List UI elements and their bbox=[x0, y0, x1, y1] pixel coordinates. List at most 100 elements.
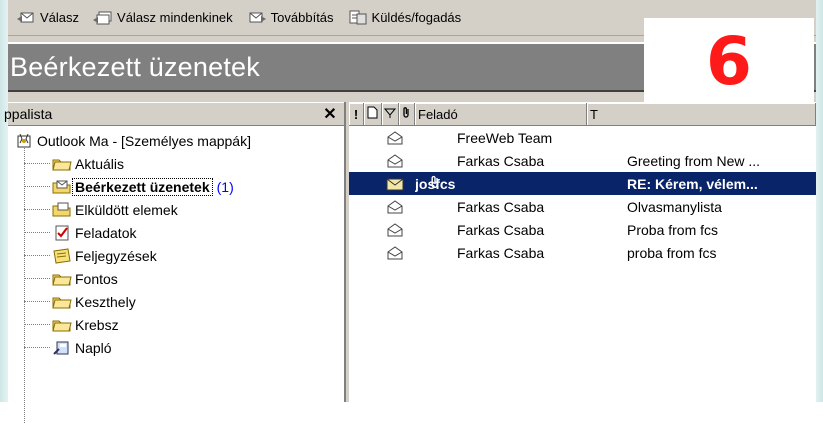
folder-item[interactable]: Fontos bbox=[8, 267, 344, 290]
reply-button[interactable]: Válasz bbox=[12, 6, 83, 30]
folder-item-label: Elküldött elemek bbox=[75, 201, 178, 218]
document-icon bbox=[367, 106, 378, 122]
folder-tree: Outlook Ma - [Személyes mappák] Aktuális… bbox=[8, 126, 344, 423]
closed-envelope-icon bbox=[386, 177, 404, 191]
message-rows: FreeWeb Team Farkas Csaba Greeting from Ne… bbox=[349, 126, 816, 264]
paperclip-icon bbox=[402, 106, 411, 122]
tree-connector bbox=[24, 255, 50, 256]
tree-connector bbox=[24, 232, 50, 233]
message-from: josfcs bbox=[415, 175, 456, 192]
slide-number: 6 bbox=[706, 22, 752, 100]
reply-all-icon bbox=[93, 10, 113, 26]
column-from[interactable]: Feladó bbox=[415, 103, 587, 126]
message-row[interactable]: Farkas Csaba Proba from fcs bbox=[349, 218, 816, 241]
folder-item-label: Feladatok bbox=[75, 224, 137, 241]
folder-icon bbox=[52, 317, 72, 333]
folder-item[interactable]: Beérkezett üzenetek (1) bbox=[8, 175, 344, 198]
folder-item[interactable]: Elküldött elemek bbox=[8, 198, 344, 221]
folder-item-label: Feljegyzések bbox=[75, 247, 157, 264]
unread-count-badge: (1) bbox=[216, 178, 234, 195]
importance-column-label: ! bbox=[353, 106, 359, 122]
notes-icon bbox=[52, 247, 72, 264]
folder-item-label: Beérkezett üzenetek bbox=[72, 177, 213, 196]
folder-list-pane: ppalista ✕ Outlook Ma - [Személyes mappá… bbox=[4, 102, 346, 423]
message-row[interactable]: Farkas Csaba proba from fcs bbox=[349, 241, 816, 264]
journal-icon bbox=[52, 340, 72, 356]
message-icons bbox=[349, 130, 457, 145]
outlook-window: Válasz Válasz mindenkinek Továbbítás Kül… bbox=[4, 0, 816, 423]
close-icon[interactable]: ✕ bbox=[322, 104, 338, 124]
reply-all-label: Válasz mindenkinek bbox=[117, 10, 233, 25]
folder-icon bbox=[52, 294, 72, 310]
tree-connector bbox=[24, 324, 50, 325]
message-from: Farkas Csaba bbox=[457, 221, 545, 238]
message-subject: RE: Kérem, vélem... bbox=[627, 175, 758, 192]
column-importance[interactable]: ! bbox=[349, 103, 364, 126]
folder-item-label: Fontos bbox=[75, 270, 118, 287]
forward-icon bbox=[247, 10, 267, 26]
tree-connector bbox=[24, 278, 50, 279]
message-from: Farkas Csaba bbox=[457, 198, 545, 215]
message-from: FreeWeb Team bbox=[457, 129, 553, 146]
message-row[interactable]: josfcs RE: Kérem, vélem... bbox=[349, 172, 816, 195]
message-subject: Olvasmanylista bbox=[627, 198, 722, 215]
message-list-pane: ! Feladó T FreeWeb Team Farkas Csaba Gre… bbox=[349, 102, 816, 402]
folder-item-label: Napló bbox=[75, 339, 112, 356]
reply-label: Válasz bbox=[40, 10, 80, 25]
folder-icon bbox=[52, 271, 72, 287]
tree-connector bbox=[24, 347, 50, 348]
message-row[interactable]: Farkas Csaba Olvasmanylista bbox=[349, 195, 816, 218]
inbox-icon bbox=[52, 179, 72, 195]
reply-all-button[interactable]: Válasz mindenkinek bbox=[89, 6, 237, 30]
tree-connector bbox=[24, 163, 50, 164]
message-icons bbox=[349, 153, 457, 168]
column-type[interactable] bbox=[364, 103, 382, 126]
message-row[interactable]: Farkas Csaba Greeting from New ... bbox=[349, 149, 816, 172]
flag-icon bbox=[383, 107, 397, 122]
message-icons bbox=[349, 199, 457, 214]
message-from: Farkas Csaba bbox=[457, 152, 545, 169]
tree-connector bbox=[24, 209, 50, 210]
folder-item[interactable]: Aktuális bbox=[8, 152, 344, 175]
open-envelope-icon bbox=[386, 245, 404, 260]
open-envelope-icon bbox=[386, 130, 404, 145]
open-envelope-icon bbox=[386, 153, 404, 168]
forward-label: Továbbítás bbox=[270, 10, 334, 25]
tree-connector bbox=[24, 301, 50, 302]
tasks-icon bbox=[52, 225, 72, 241]
folder-item[interactable]: Keszthely bbox=[8, 290, 344, 313]
slide-number-overlay: 6 bbox=[644, 18, 814, 104]
folder-item[interactable]: Feladatok bbox=[8, 221, 344, 244]
folder-title: Beérkezett üzenetek bbox=[10, 51, 260, 82]
folder-root-label: Outlook Ma - [Személyes mappák] bbox=[37, 132, 251, 149]
from-column-label: Feladó bbox=[418, 106, 458, 122]
folder-item-label: Keszthely bbox=[75, 293, 136, 310]
column-subject[interactable]: T bbox=[587, 103, 816, 126]
send-receive-icon bbox=[348, 10, 368, 26]
folder-item[interactable]: Krebsz bbox=[8, 313, 344, 336]
reply-icon bbox=[16, 10, 36, 26]
message-list-header: ! Feladó T bbox=[349, 102, 816, 126]
send-receive-button[interactable]: Küldés/fogadás bbox=[344, 6, 466, 30]
message-from: Farkas Csaba bbox=[457, 244, 545, 261]
forward-button[interactable]: Továbbítás bbox=[243, 6, 338, 30]
folder-item[interactable]: Napló bbox=[8, 336, 344, 359]
open-envelope-icon bbox=[386, 199, 404, 214]
folder-item[interactable]: Feljegyzések bbox=[8, 244, 344, 267]
message-icons bbox=[349, 245, 457, 260]
folder-item-label: Aktuális bbox=[75, 155, 125, 172]
subject-column-label: T bbox=[590, 106, 598, 122]
outlook-today-icon bbox=[14, 133, 34, 149]
tree-connector bbox=[24, 186, 50, 187]
message-subject: Greeting from New ... bbox=[627, 152, 761, 169]
folder-list-header-label: ppalista bbox=[4, 106, 53, 122]
folder-root[interactable]: Outlook Ma - [Személyes mappák] bbox=[8, 129, 344, 152]
column-flag[interactable] bbox=[382, 103, 399, 126]
open-envelope-icon bbox=[386, 222, 404, 237]
folder-list-header: ppalista ✕ bbox=[4, 102, 344, 126]
message-subject: proba from fcs bbox=[627, 244, 717, 261]
column-attachment[interactable] bbox=[399, 103, 415, 126]
message-icons bbox=[349, 222, 457, 237]
message-row[interactable]: FreeWeb Team bbox=[349, 126, 816, 149]
folder-item-label: Krebsz bbox=[75, 316, 119, 333]
